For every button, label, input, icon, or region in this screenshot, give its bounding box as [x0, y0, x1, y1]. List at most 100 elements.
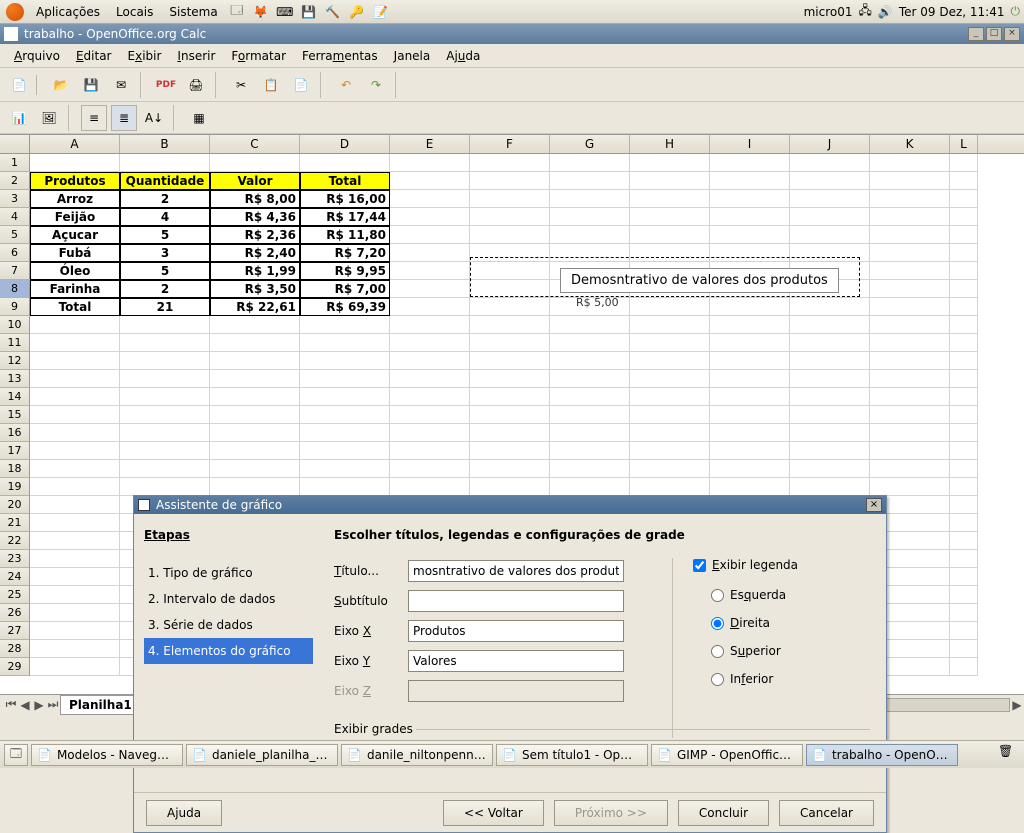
row-header-6[interactable]: 6 [0, 244, 30, 262]
cell-G11[interactable] [550, 334, 630, 352]
cell-C18[interactable] [210, 460, 300, 478]
cell-L9[interactable] [950, 298, 978, 316]
cell-H16[interactable] [630, 424, 710, 442]
cell-B12[interactable] [120, 352, 210, 370]
cell-L12[interactable] [950, 352, 978, 370]
help-button[interactable]: Ajuda [146, 800, 222, 826]
wizard-step-1[interactable]: 1. Tipo de gráfico [144, 560, 313, 586]
row-header-24[interactable]: 24 [0, 568, 30, 586]
cell-L24[interactable] [950, 568, 978, 586]
cell-I15[interactable] [710, 406, 790, 424]
cell-C2[interactable]: Valor [210, 172, 300, 190]
menu-format[interactable]: Formatar [223, 46, 294, 66]
row-header-9[interactable]: 9 [0, 298, 30, 316]
firefox-icon[interactable]: 🦊 [250, 1, 272, 23]
cell-I2[interactable] [710, 172, 790, 190]
network-icon[interactable]: 🖧 [859, 1, 872, 22]
cell-F14[interactable] [470, 388, 550, 406]
cell-G2[interactable] [550, 172, 630, 190]
cell-E17[interactable] [390, 442, 470, 460]
cell-A13[interactable] [30, 370, 120, 388]
cell-K4[interactable] [870, 208, 950, 226]
align-left-icon[interactable]: ≡ [81, 105, 107, 131]
cell-B13[interactable] [120, 370, 210, 388]
taskbar-window-4[interactable]: 📄GIMP - OpenOffic… [651, 744, 803, 766]
row-header-13[interactable]: 13 [0, 370, 30, 388]
cell-C6[interactable]: R$ 2,40 [210, 244, 300, 262]
row-header-29[interactable]: 29 [0, 658, 30, 676]
cell-I14[interactable] [710, 388, 790, 406]
cell-J19[interactable] [790, 478, 870, 496]
cell-H11[interactable] [630, 334, 710, 352]
cell-A23[interactable] [30, 550, 120, 568]
cell-L5[interactable] [950, 226, 978, 244]
cell-G13[interactable] [550, 370, 630, 388]
new-icon[interactable]: 📄 [6, 72, 32, 98]
cell-A7[interactable]: Óleo [30, 262, 120, 280]
cell-L21[interactable] [950, 514, 978, 532]
tab-nav-next-icon[interactable]: ▶ [32, 698, 46, 712]
cell-L2[interactable] [950, 172, 978, 190]
row-header-23[interactable]: 23 [0, 550, 30, 568]
back-button[interactable]: << Voltar [443, 800, 544, 826]
cell-L15[interactable] [950, 406, 978, 424]
cell-L4[interactable] [950, 208, 978, 226]
row-header-17[interactable]: 17 [0, 442, 30, 460]
row-header-27[interactable]: 27 [0, 622, 30, 640]
row-header-3[interactable]: 3 [0, 190, 30, 208]
cell-H19[interactable] [630, 478, 710, 496]
clock-label[interactable]: Ter 09 Dez, 11:41 [899, 5, 1005, 19]
cell-G4[interactable] [550, 208, 630, 226]
cell-E14[interactable] [390, 388, 470, 406]
cell-A6[interactable]: Fubá [30, 244, 120, 262]
menu-view[interactable]: Exibir [120, 46, 170, 66]
cell-C13[interactable] [210, 370, 300, 388]
subtitle-input[interactable] [408, 590, 624, 612]
column-header-C[interactable]: C [210, 135, 300, 153]
cell-A21[interactable] [30, 514, 120, 532]
legend-top-radio[interactable]: Superior [693, 644, 872, 658]
cell-C5[interactable]: R$ 2,36 [210, 226, 300, 244]
cell-A16[interactable] [30, 424, 120, 442]
cell-A9[interactable]: Total [30, 298, 120, 316]
redo-icon[interactable]: ↷ [363, 72, 389, 98]
cell-F13[interactable] [470, 370, 550, 388]
cell-D14[interactable] [300, 388, 390, 406]
cell-A18[interactable] [30, 460, 120, 478]
cell-G5[interactable] [550, 226, 630, 244]
cell-A4[interactable]: Feijão [30, 208, 120, 226]
taskbar-window-0[interactable]: 📄Modelos - Naveg… [31, 744, 183, 766]
cell-B15[interactable] [120, 406, 210, 424]
cell-K9[interactable] [870, 298, 950, 316]
cell-K12[interactable] [870, 352, 950, 370]
cell-D17[interactable] [300, 442, 390, 460]
cell-A24[interactable] [30, 568, 120, 586]
cell-K6[interactable] [870, 244, 950, 262]
cell-D7[interactable]: R$ 9,95 [300, 262, 390, 280]
mail-icon[interactable]: ✉ [108, 72, 134, 98]
cell-F11[interactable] [470, 334, 550, 352]
wizard-step-4[interactable]: 4. Elementos do gráfico [144, 638, 313, 664]
cell-A25[interactable] [30, 586, 120, 604]
cell-B14[interactable] [120, 388, 210, 406]
cell-C9[interactable]: R$ 22,61 [210, 298, 300, 316]
cell-D3[interactable]: R$ 16,00 [300, 190, 390, 208]
column-header-J[interactable]: J [790, 135, 870, 153]
cell-K2[interactable] [870, 172, 950, 190]
cell-A11[interactable] [30, 334, 120, 352]
cell-C15[interactable] [210, 406, 300, 424]
cell-A20[interactable] [30, 496, 120, 514]
cell-A22[interactable] [30, 532, 120, 550]
font-icon[interactable]: A↓ [141, 105, 167, 131]
cell-J18[interactable] [790, 460, 870, 478]
cell-C16[interactable] [210, 424, 300, 442]
cell-F18[interactable] [470, 460, 550, 478]
wizard-step-3[interactable]: 3. Série de dados [144, 612, 313, 638]
pdf-icon[interactable]: PDF [153, 72, 179, 98]
cell-L6[interactable] [950, 244, 978, 262]
cell-J14[interactable] [790, 388, 870, 406]
row-header-1[interactable]: 1 [0, 154, 30, 172]
cell-K16[interactable] [870, 424, 950, 442]
cell-J12[interactable] [790, 352, 870, 370]
row-header-2[interactable]: 2 [0, 172, 30, 190]
